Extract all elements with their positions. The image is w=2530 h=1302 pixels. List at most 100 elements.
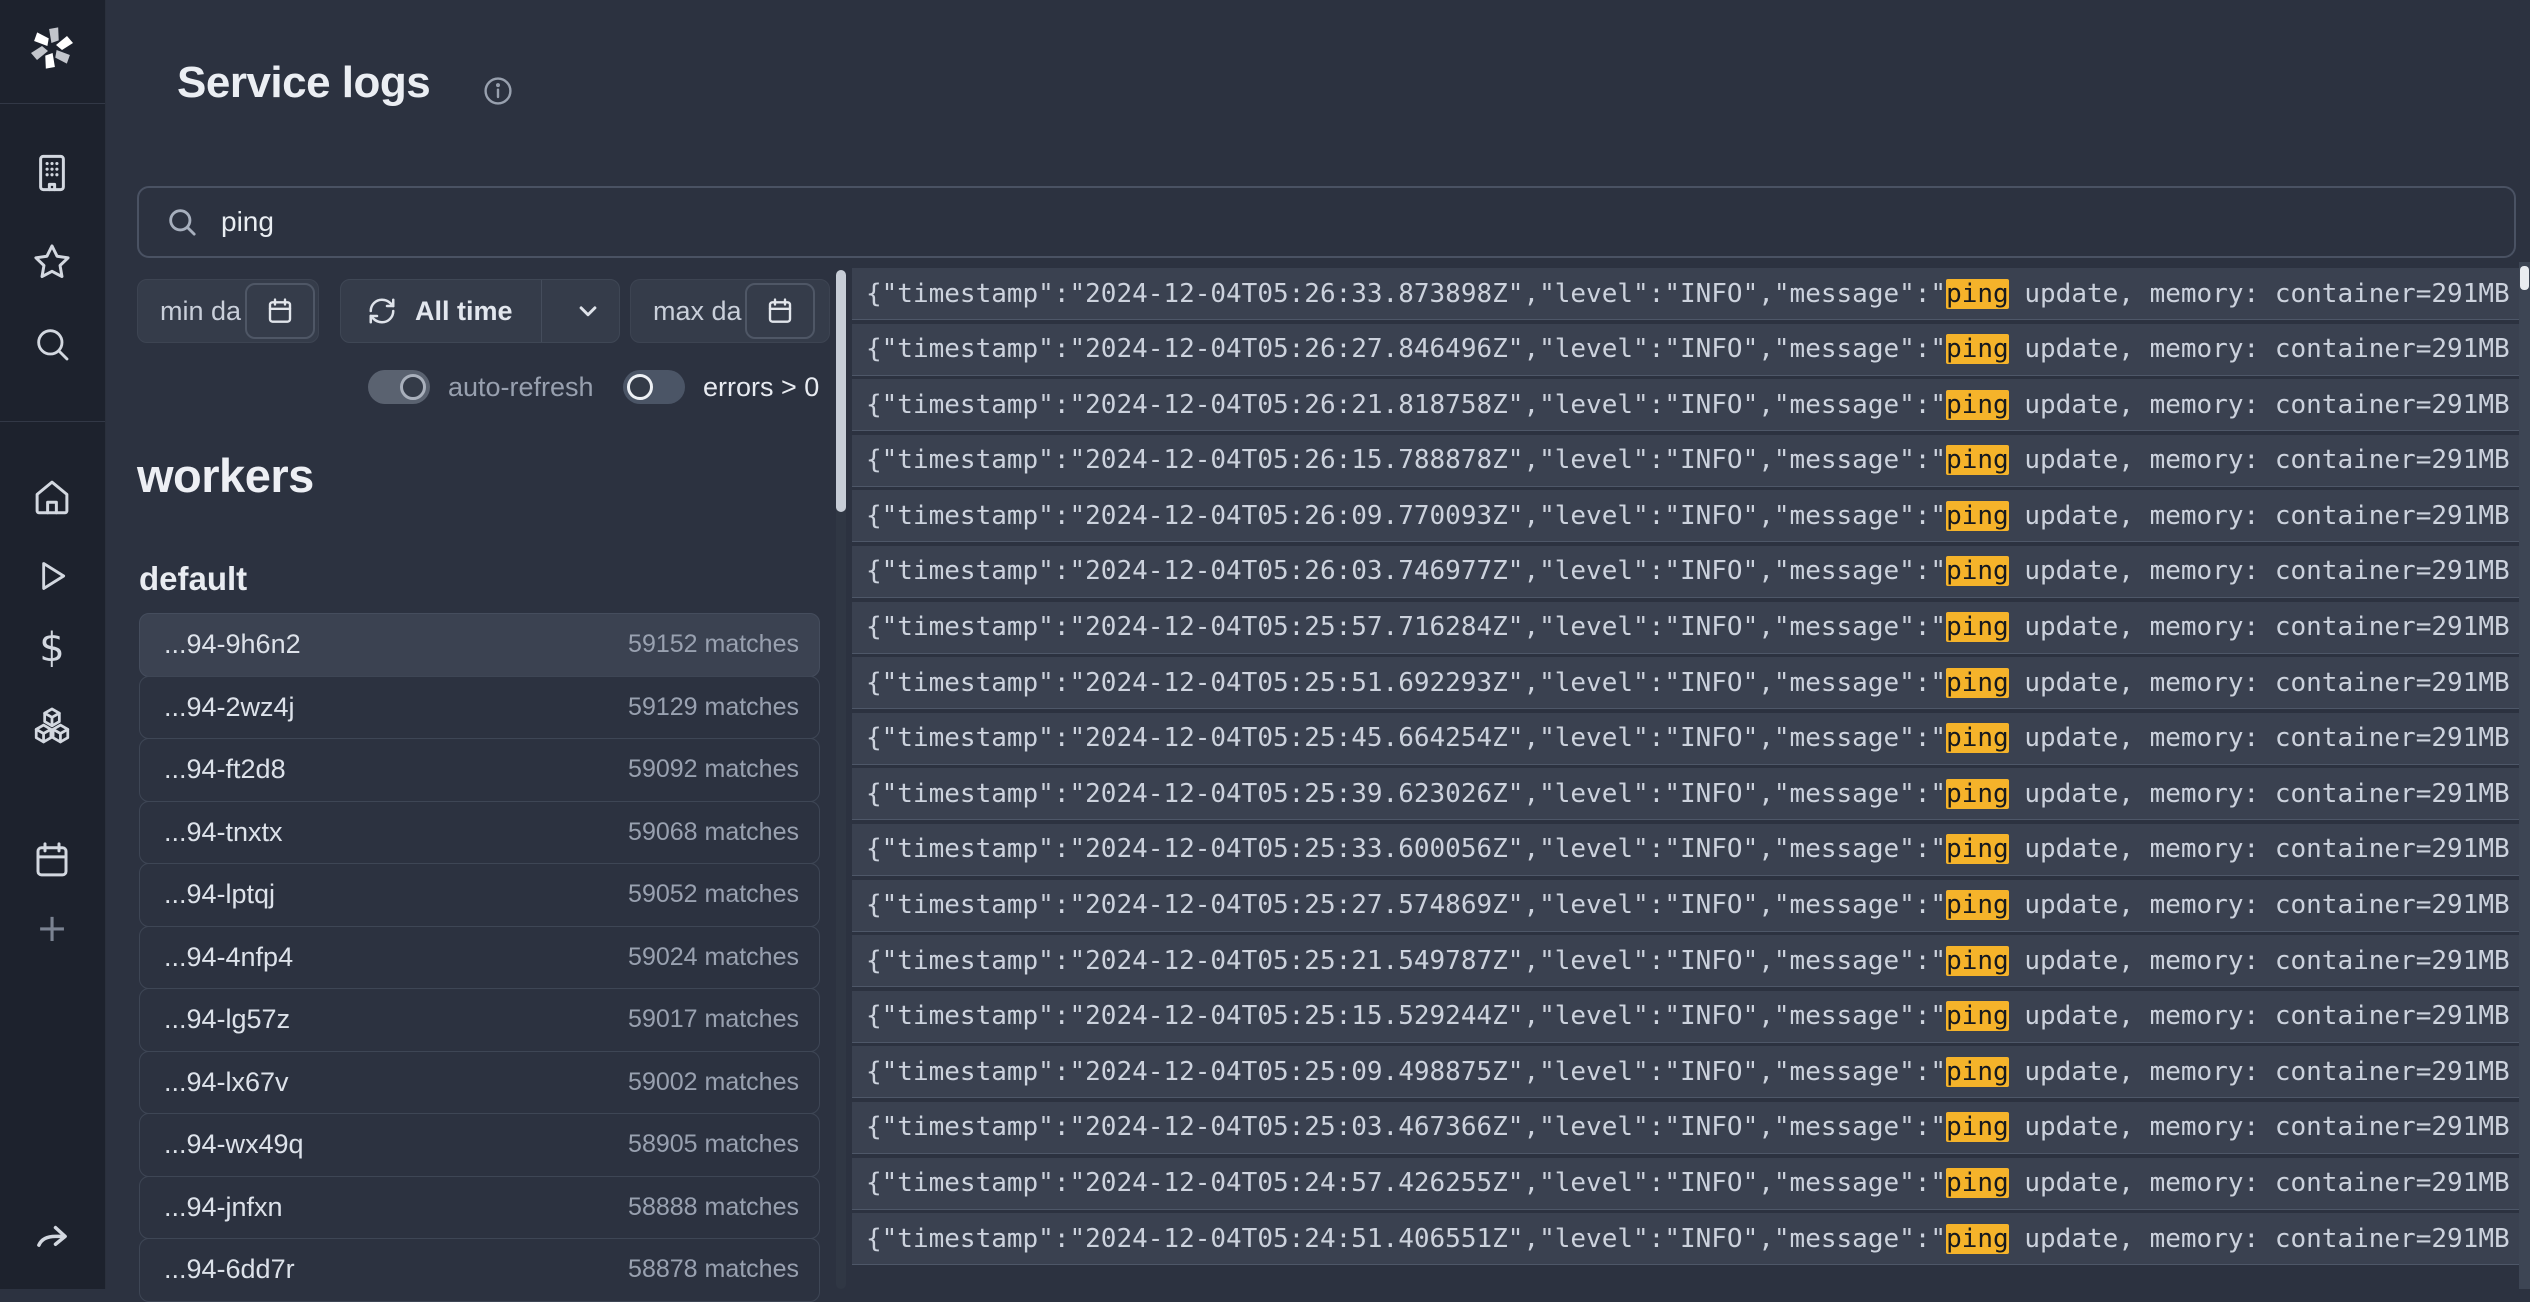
windmill-logo-icon xyxy=(24,20,80,76)
log-row[interactable]: {"timestamp":"2024-12-04T05:25:57.716284… xyxy=(852,602,2519,654)
worker-row[interactable]: ...94-tnxtx59068 matches xyxy=(139,801,820,865)
worker-id: ...94-9h6n2 xyxy=(164,629,301,660)
worker-row[interactable]: ...94-lptqj59052 matches xyxy=(139,863,820,927)
log-text: {"timestamp":"2024-12-04T05:24:51.406551… xyxy=(852,1224,2510,1254)
log-text: {"timestamp":"2024-12-04T05:25:33.600056… xyxy=(852,834,2510,864)
log-row[interactable]: {"timestamp":"2024-12-04T05:24:51.406551… xyxy=(852,1213,2519,1265)
worker-row[interactable]: ...94-lg57z 59017 matches xyxy=(139,988,820,1052)
sidebar-item-variables[interactable]: $ xyxy=(39,628,64,668)
log-row[interactable]: {"timestamp":"2024-12-04T05:26:21.818758… xyxy=(852,379,2519,431)
time-range-button[interactable]: All time xyxy=(340,279,620,343)
windmill-logo[interactable] xyxy=(24,20,80,76)
worker-id: ...94-lg57z xyxy=(164,1004,290,1035)
info-icon[interactable] xyxy=(482,75,514,112)
worker-row[interactable]: ...94-4nfp4 59024 matches xyxy=(139,926,820,990)
worker-match-count: 59024 matches xyxy=(628,943,799,972)
log-text: {"timestamp":"2024-12-04T05:25:09.498875… xyxy=(852,1057,2510,1087)
max-date-calendar-button[interactable] xyxy=(745,283,815,339)
search-match-highlight: ping xyxy=(1946,612,2009,642)
arrow-right-icon xyxy=(31,1218,73,1260)
auto-refresh-label: auto-refresh xyxy=(448,370,594,404)
search-match-highlight: ping xyxy=(1946,334,2009,364)
search-input[interactable] xyxy=(219,205,2423,239)
min-date-field xyxy=(137,279,319,343)
log-row[interactable]: {"timestamp":"2024-12-04T05:25:45.664254… xyxy=(852,713,2519,765)
search-match-highlight: ping xyxy=(1946,668,2009,698)
sidebar-divider xyxy=(0,421,105,422)
search-match-highlight: ping xyxy=(1946,1224,2009,1254)
log-row[interactable]: {"timestamp":"2024-12-04T05:25:33.600056… xyxy=(852,824,2519,876)
worker-match-count: 59017 matches xyxy=(628,1005,799,1034)
log-row[interactable]: {"timestamp":"2024-12-04T05:26:09.770093… xyxy=(852,490,2519,542)
auto-refresh-toggle[interactable] xyxy=(368,370,430,404)
errors-toggle[interactable] xyxy=(623,370,685,404)
log-row[interactable]: {"timestamp":"2024-12-04T05:25:03.467366… xyxy=(852,1102,2519,1154)
log-row[interactable]: {"timestamp":"2024-12-04T05:25:51.692293… xyxy=(852,657,2519,709)
search-match-highlight: ping xyxy=(1946,779,2009,809)
log-row[interactable]: {"timestamp":"2024-12-04T05:25:39.623026… xyxy=(852,768,2519,820)
chevron-down-icon xyxy=(573,296,603,326)
worker-match-count: 59129 matches xyxy=(628,693,799,722)
toggle-knob xyxy=(400,374,426,400)
sidebar-expand-button[interactable] xyxy=(31,1218,73,1260)
time-range-dropdown-button[interactable] xyxy=(557,280,619,342)
log-row[interactable]: {"timestamp":"2024-12-04T05:25:09.498875… xyxy=(852,1046,2519,1098)
sidebar-item-schedules[interactable] xyxy=(31,839,73,881)
log-text: {"timestamp":"2024-12-04T05:25:51.692293… xyxy=(852,668,2510,698)
worker-match-count: 58878 matches xyxy=(628,1255,799,1284)
search-match-highlight: ping xyxy=(1946,890,2009,920)
log-row[interactable]: {"timestamp":"2024-12-04T05:25:27.574869… xyxy=(852,880,2519,932)
worker-row[interactable]: ...94-2wz4j 59129 matches xyxy=(139,676,820,740)
toggle-knob xyxy=(627,374,653,400)
sidebar-item-workspace[interactable] xyxy=(31,152,73,194)
search-match-highlight: ping xyxy=(1946,946,2009,976)
log-row[interactable]: {"timestamp":"2024-12-04T05:25:21.549787… xyxy=(852,935,2519,987)
refresh-icon xyxy=(367,296,397,326)
left-panel-scrollbar-thumb[interactable] xyxy=(836,270,846,512)
worker-match-count: 59052 matches xyxy=(628,880,799,909)
log-text: {"timestamp":"2024-12-04T05:26:09.770093… xyxy=(852,501,2510,531)
sidebar-item-runs[interactable] xyxy=(32,556,72,596)
search-match-highlight: ping xyxy=(1946,1057,2009,1087)
sidebar-item-favorites[interactable] xyxy=(31,241,73,283)
log-text: {"timestamp":"2024-12-04T05:26:03.746977… xyxy=(852,556,2510,586)
min-date-input[interactable] xyxy=(138,280,252,342)
worker-row[interactable]: ...94-6dd7r58878 matches xyxy=(139,1238,820,1302)
worker-id: ...94-2wz4j xyxy=(164,692,295,723)
log-row[interactable]: {"timestamp":"2024-12-04T05:24:57.426255… xyxy=(852,1158,2519,1210)
log-text: {"timestamp":"2024-12-04T05:25:45.664254… xyxy=(852,723,2510,753)
sidebar-item-add[interactable]: + xyxy=(36,909,68,947)
sidebar-item-home[interactable] xyxy=(31,476,73,518)
log-text: {"timestamp":"2024-12-04T05:26:15.788878… xyxy=(852,445,2510,475)
search-match-highlight: ping xyxy=(1946,1112,2009,1142)
search-match-highlight: ping xyxy=(1946,1168,2009,1198)
worker-id: ...94-4nfp4 xyxy=(164,942,293,973)
log-scrollbar-track[interactable] xyxy=(2519,262,2530,1289)
worker-row[interactable]: ...94-wx49q58905 matches xyxy=(139,1113,820,1177)
log-row[interactable]: {"timestamp":"2024-12-04T05:26:33.873898… xyxy=(852,268,2519,320)
worker-row[interactable]: ...94-jnfxn58888 matches xyxy=(139,1176,820,1240)
plus-icon: + xyxy=(36,909,68,947)
log-row[interactable]: {"timestamp":"2024-12-04T05:26:15.788878… xyxy=(852,435,2519,487)
errors-label: errors > 0 xyxy=(703,370,819,404)
min-date-calendar-button[interactable] xyxy=(245,283,315,339)
worker-row[interactable]: ...94-9h6n259152 matches xyxy=(139,613,820,677)
worker-match-count: 58905 matches xyxy=(628,1130,799,1159)
log-row[interactable]: {"timestamp":"2024-12-04T05:25:15.529244… xyxy=(852,991,2519,1043)
worker-row[interactable]: ...94-ft2d859092 matches xyxy=(139,738,820,802)
worker-row[interactable]: ...94-lx67v59002 matches xyxy=(139,1051,820,1115)
log-row[interactable]: {"timestamp":"2024-12-04T05:26:03.746977… xyxy=(852,546,2519,598)
sidebar-item-search[interactable] xyxy=(32,324,72,364)
dollar-icon: $ xyxy=(39,628,64,668)
search-match-highlight: ping xyxy=(1946,501,2009,531)
sidebar-divider xyxy=(0,103,105,104)
star-icon xyxy=(31,241,73,283)
sidebar-item-resources[interactable] xyxy=(30,706,74,750)
calendar-icon xyxy=(31,839,73,881)
log-scrollbar-thumb[interactable] xyxy=(2520,266,2529,290)
worker-id: ...94-jnfxn xyxy=(164,1192,283,1223)
worker-list: ...94-9h6n259152 matches ...94-2wz4j 59129… xyxy=(139,614,820,1302)
log-text: {"timestamp":"2024-12-04T05:24:57.426255… xyxy=(852,1168,2510,1198)
max-date-input[interactable] xyxy=(631,280,745,342)
log-row[interactable]: {"timestamp":"2024-12-04T05:26:27.846496… xyxy=(852,324,2519,376)
